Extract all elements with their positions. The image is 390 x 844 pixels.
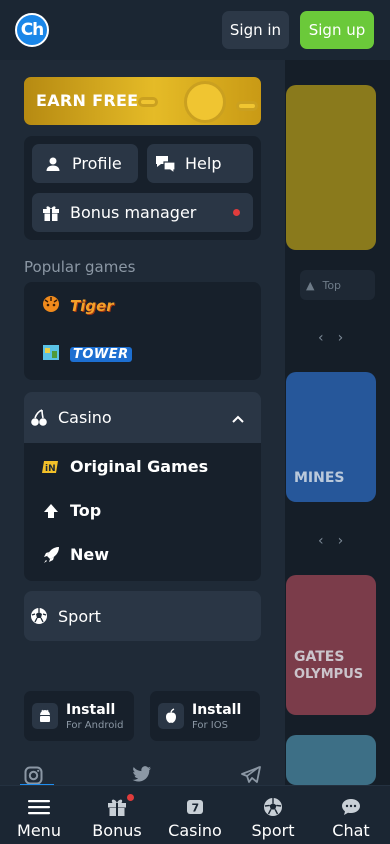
casino-submenu: iN Original Games Top New (24, 443, 261, 581)
install-ios-button[interactable]: Install For IOS (150, 691, 260, 741)
background-game-card-gates[interactable]: GATES OLYMPUS (286, 575, 376, 715)
earn-free-banner[interactable]: EARN FREE (24, 77, 261, 125)
arrow-up-icon: ▲ (306, 278, 315, 292)
casino-item-label: Top (70, 501, 102, 520)
popular-games-heading: Popular games (24, 258, 136, 276)
tiger-game-icon (40, 294, 62, 318)
original-games-icon: iN (40, 459, 62, 475)
chat-bubble-icon (341, 797, 361, 817)
nav-bonus[interactable]: Bonus (78, 786, 156, 844)
background-top-tab[interactable]: ▲ Top (300, 270, 375, 300)
chevron-up-icon (231, 409, 245, 428)
cherries-icon (28, 408, 50, 427)
twitter-icon[interactable] (132, 766, 152, 785)
nav-menu[interactable]: Menu (0, 786, 78, 844)
casino-label: Casino (58, 408, 112, 427)
game-name: Tiger (70, 297, 114, 315)
install-android-button[interactable]: Install For Android (24, 691, 134, 741)
casino-icon: 7 (185, 797, 205, 817)
arrow-up-icon (40, 503, 62, 519)
nav-label: Chat (332, 821, 370, 840)
notification-dot (127, 794, 134, 801)
install-title: Install (192, 701, 242, 718)
instagram-icon[interactable] (24, 766, 43, 785)
game-item-tiger[interactable]: Tiger (40, 294, 114, 318)
game-item-tower[interactable]: TOWER (40, 342, 132, 366)
background-game-card[interactable] (286, 735, 376, 785)
popular-games-list: Tiger TOWER (24, 282, 261, 380)
sign-up-button[interactable]: Sign up (300, 11, 374, 49)
profile-button[interactable]: Profile (32, 144, 138, 183)
nav-sport[interactable]: Sport (234, 786, 312, 844)
hamburger-icon (28, 797, 50, 817)
nav-label: Menu (17, 821, 61, 840)
account-panel: Profile Help Bonus manager (24, 136, 261, 240)
install-title: Install (66, 701, 116, 718)
sport-section-header[interactable]: Sport (24, 591, 261, 641)
bonus-manager-label: Bonus manager (70, 203, 197, 222)
banner-text: EARN FREE (36, 91, 139, 110)
profile-label: Profile (72, 154, 122, 173)
logo[interactable]: Ch (15, 13, 49, 47)
background-card-title: MINES (294, 470, 345, 486)
android-icon (32, 703, 58, 729)
nav-casino[interactable]: 7 Casino (156, 786, 234, 844)
logo-text: Ch (20, 20, 45, 40)
help-button[interactable]: Help (147, 144, 253, 183)
gift-icon (107, 797, 127, 817)
app-screen: ▲ Top ‹› MINES ‹› GATES OLYMPUS Ch Sign … (0, 0, 390, 844)
gift-icon (40, 204, 62, 222)
coin-icon (138, 97, 158, 107)
soccer-ball-icon (263, 797, 283, 817)
help-label: Help (185, 154, 222, 173)
sign-in-button[interactable]: Sign in (222, 11, 289, 49)
nav-chat[interactable]: Chat (312, 786, 390, 844)
nav-label: Bonus (92, 821, 142, 840)
casino-item-label: New (70, 545, 110, 564)
casino-item-original-games[interactable]: iN Original Games (40, 457, 208, 476)
chat-bubbles-icon (155, 155, 177, 173)
coin-icon (236, 101, 258, 111)
soccer-ball-icon (28, 607, 50, 625)
background-top-label: Top (322, 278, 342, 292)
rocket-icon (40, 546, 62, 564)
game-name: TOWER (70, 346, 132, 362)
background-game-card-mines[interactable]: MINES (286, 372, 376, 502)
notification-dot (233, 209, 240, 216)
nav-label: Casino (168, 821, 222, 840)
sport-label: Sport (58, 606, 101, 626)
user-icon (42, 156, 64, 172)
casino-item-new[interactable]: New (40, 545, 109, 564)
tower-game-icon (40, 342, 62, 366)
nav-label: Sport (251, 821, 295, 840)
background-card-title: GATES (294, 649, 345, 665)
svg-text:iN: iN (45, 464, 56, 474)
install-subtitle: For Android (66, 719, 124, 731)
bonus-manager-button[interactable]: Bonus manager (32, 193, 253, 232)
background-game-card[interactable] (286, 85, 376, 250)
side-menu-drawer: EARN FREE Profile Help Bonus manager Pop… (0, 60, 285, 785)
bottom-navigation: Menu Bonus 7 Casino Sport Chat (0, 785, 390, 844)
background-carousel-arrows[interactable]: ‹› (318, 330, 357, 346)
casino-item-top[interactable]: Top (40, 501, 101, 520)
background-card-subtitle: OLYMPUS (294, 667, 364, 682)
background-carousel-arrows[interactable]: ‹› (318, 533, 357, 549)
casino-item-label: Original Games (70, 457, 209, 476)
install-subtitle: For IOS (192, 719, 228, 731)
casino-section-header[interactable]: Casino (24, 392, 261, 443)
top-bar: Ch Sign in Sign up (0, 0, 390, 60)
svg-text:7: 7 (192, 802, 200, 815)
apple-icon (158, 703, 184, 729)
coin-icon (184, 81, 226, 123)
telegram-icon[interactable] (241, 766, 261, 785)
